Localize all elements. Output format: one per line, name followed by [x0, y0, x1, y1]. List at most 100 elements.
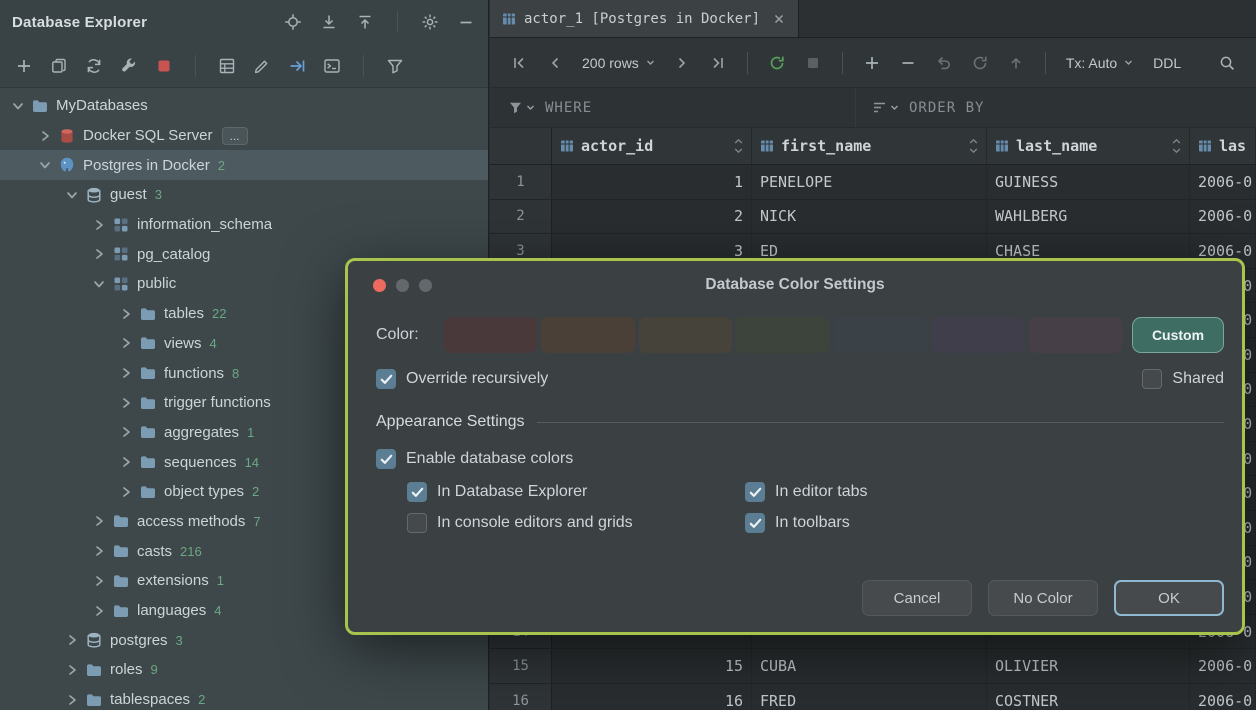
- first-page-icon[interactable]: [504, 48, 534, 78]
- where-filter[interactable]: WHERE: [490, 88, 856, 127]
- color-swatch-1[interactable]: [444, 317, 538, 353]
- cell[interactable]: FRED: [752, 683, 987, 710]
- tree-item-roles[interactable]: roles 9: [0, 655, 488, 685]
- chevron-right-icon[interactable]: [62, 663, 82, 677]
- table-row-2[interactable]: 2 2 NICK WAHLBERG 2006-0: [490, 199, 1256, 235]
- expand-all-icon[interactable]: [317, 10, 341, 34]
- stop-icon[interactable]: [152, 54, 176, 78]
- collapse-all-icon[interactable]: [353, 10, 377, 34]
- edit-icon[interactable]: [250, 54, 274, 78]
- add-row-icon[interactable]: [857, 48, 887, 78]
- duplicate-icon[interactable]: [47, 54, 71, 78]
- chevron-right-icon[interactable]: [116, 336, 136, 350]
- cell[interactable]: PENELOPE: [752, 165, 987, 199]
- override-recursively-checkbox[interactable]: Override recursively: [376, 369, 548, 389]
- chevron-down-icon[interactable]: [89, 277, 109, 291]
- reload-page-icon[interactable]: [762, 48, 792, 78]
- locate-icon[interactable]: [281, 10, 305, 34]
- checkbox[interactable]: [1142, 369, 1163, 389]
- tree-item-docker-sql-server[interactable]: Docker SQL Server...: [0, 121, 488, 151]
- tree-item-guest[interactable]: guest 3: [0, 180, 488, 210]
- close-window-button[interactable]: [373, 278, 386, 292]
- checkbox[interactable]: [407, 513, 427, 533]
- column-header-last-name[interactable]: last_name: [987, 128, 1190, 164]
- minimize-window-button[interactable]: [396, 278, 409, 292]
- chevron-right-icon[interactable]: [89, 514, 109, 528]
- color-swatch-2[interactable]: [541, 317, 635, 353]
- column-header-actor-id[interactable]: actor_id: [552, 128, 752, 164]
- checkbox[interactable]: [376, 369, 396, 389]
- chevron-down-icon[interactable]: [35, 158, 55, 172]
- rollback-icon[interactable]: [965, 48, 995, 78]
- sort-toggle-icon[interactable]: [734, 138, 743, 154]
- option-in-toolbars[interactable]: In toolbars: [745, 513, 868, 533]
- stop-query-icon[interactable]: [798, 48, 828, 78]
- settings-icon[interactable]: [418, 10, 442, 34]
- delete-row-icon[interactable]: [893, 48, 923, 78]
- page-size-selector[interactable]: 200 rows: [576, 55, 661, 71]
- no-color-button[interactable]: No Color: [988, 580, 1098, 616]
- search-icon[interactable]: [1212, 48, 1242, 78]
- chevron-right-icon[interactable]: [116, 455, 136, 469]
- table-row-1[interactable]: 1 1 PENELOPE GUINESS 2006-0: [490, 165, 1256, 200]
- tab-actor-1[interactable]: actor_1 [Postgres in Docker]: [490, 0, 800, 37]
- cell[interactable]: 2006-0: [1190, 649, 1256, 683]
- cell[interactable]: 2006-0: [1190, 683, 1256, 710]
- tree-item-postgres-in-docker[interactable]: Postgres in Docker 2: [0, 150, 488, 181]
- revert-icon[interactable]: [929, 48, 959, 78]
- table-icon[interactable]: [215, 54, 239, 78]
- color-swatch-6[interactable]: [931, 317, 1025, 353]
- hide-panel-icon[interactable]: [454, 10, 478, 34]
- chevron-right-icon[interactable]: [116, 307, 136, 321]
- cancel-button[interactable]: Cancel: [862, 580, 972, 616]
- chevron-right-icon[interactable]: [116, 366, 136, 380]
- color-swatch-3[interactable]: [638, 317, 733, 353]
- chevron-right-icon[interactable]: [62, 633, 82, 647]
- color-swatch-4[interactable]: [736, 317, 830, 353]
- jump-to-console-icon[interactable]: [285, 54, 309, 78]
- filter-icon[interactable]: [383, 54, 407, 78]
- chevron-right-icon[interactable]: [35, 129, 55, 143]
- cell[interactable]: WAHLBERG: [987, 199, 1190, 234]
- data-source-properties-icon[interactable]: [117, 54, 141, 78]
- ddl-button[interactable]: DDL: [1145, 55, 1189, 71]
- chevron-right-icon[interactable]: [116, 485, 136, 499]
- checkbox[interactable]: [745, 513, 765, 533]
- tree-item-mydatabases[interactable]: MyDatabases: [0, 91, 488, 121]
- cell[interactable]: 1: [552, 165, 752, 199]
- sort-toggle-icon[interactable]: [969, 138, 978, 154]
- order-by-filter[interactable]: ORDER BY: [856, 88, 984, 127]
- custom-color-button[interactable]: Custom: [1132, 317, 1224, 353]
- next-page-icon[interactable]: [667, 48, 697, 78]
- more-options-button[interactable]: ...: [221, 126, 248, 145]
- cell[interactable]: 2006-0: [1190, 199, 1256, 234]
- color-swatch-7[interactable]: [1028, 317, 1122, 353]
- chevron-down-icon[interactable]: [8, 99, 28, 113]
- chevron-right-icon[interactable]: [89, 218, 109, 232]
- color-swatch-5[interactable]: [833, 317, 928, 353]
- chevron-down-icon[interactable]: [62, 188, 82, 202]
- prev-page-icon[interactable]: [540, 48, 570, 78]
- console-icon[interactable]: [320, 54, 344, 78]
- cell[interactable]: GUINESS: [987, 165, 1190, 199]
- chevron-right-icon[interactable]: [116, 396, 136, 410]
- close-icon[interactable]: [772, 12, 786, 26]
- table-row-16[interactable]: 16 16 FRED COSTNER 2006-0: [490, 683, 1256, 710]
- sort-toggle-icon[interactable]: [1172, 138, 1181, 154]
- cell[interactable]: NICK: [752, 199, 987, 234]
- tx-mode-selector[interactable]: Tx: Auto: [1060, 55, 1139, 71]
- option-in-database-explorer[interactable]: In Database Explorer: [407, 482, 745, 502]
- shared-checkbox[interactable]: Shared: [1142, 369, 1224, 389]
- chevron-right-icon[interactable]: [89, 247, 109, 261]
- cell[interactable]: 15: [552, 649, 752, 683]
- sync-icon[interactable]: [82, 54, 106, 78]
- cell[interactable]: 2: [552, 199, 752, 234]
- option-in-editor-tabs[interactable]: In editor tabs: [745, 482, 868, 502]
- chevron-right-icon[interactable]: [89, 604, 109, 618]
- chevron-right-icon[interactable]: [62, 693, 82, 707]
- checkbox[interactable]: [376, 449, 396, 469]
- tree-item-information-schema[interactable]: information_schema: [0, 210, 488, 240]
- submit-icon[interactable]: [1001, 48, 1031, 78]
- add-icon[interactable]: [12, 54, 36, 78]
- cell[interactable]: 16: [552, 683, 752, 710]
